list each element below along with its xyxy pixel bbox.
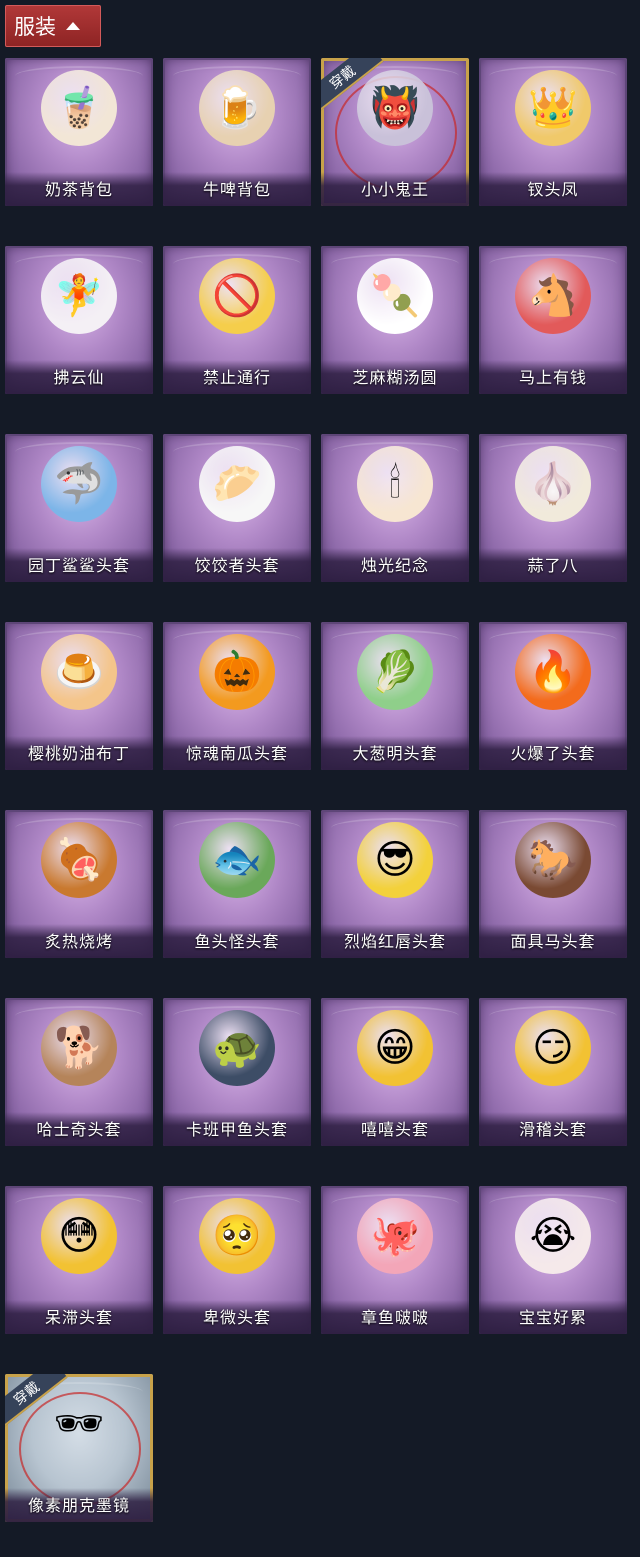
costume-card[interactable]: 🐴 马上有钱 xyxy=(479,246,627,394)
category-header[interactable]: 服装 xyxy=(5,5,101,47)
costume-name: 小小鬼王 xyxy=(360,180,429,199)
costume-card[interactable]: 🧄 蒜了八 xyxy=(479,434,627,582)
costume-name: 园丁鲨鲨头套 xyxy=(27,556,130,575)
costume-name: 火爆了头套 xyxy=(510,744,596,763)
category-title: 服装 xyxy=(14,15,56,39)
costume-card[interactable]: 🎃 惊魂南瓜头套 xyxy=(163,622,311,770)
costume-name: 炙热烧烤 xyxy=(44,932,113,951)
costume-card[interactable]: 🍖 炙热烧烤 xyxy=(5,810,153,958)
cow-beer-backpack-icon: 🍺 xyxy=(199,70,275,146)
costume-card[interactable]: 🧋 奶茶背包 xyxy=(5,58,153,206)
barbecue-icon: 🍖 xyxy=(41,822,117,898)
costume-name: 拂云仙 xyxy=(53,368,105,387)
costume-name: 蒜了八 xyxy=(527,556,579,575)
costume-name: 像素朋克墨镜 xyxy=(27,1496,130,1515)
candle-icon: 🕯 xyxy=(357,446,433,522)
pixel-sunglasses-icon: 🕶 xyxy=(53,1401,105,1447)
tired-baby-icon: 😭 xyxy=(515,1198,591,1274)
garlic-icon: 🧄 xyxy=(515,446,591,522)
costume-card[interactable]: 🦈 园丁鲨鲨头套 xyxy=(5,434,153,582)
costume-card[interactable]: 🍮 樱桃奶油布丁 xyxy=(5,622,153,770)
no-entry-icon: 🚫 xyxy=(199,258,275,334)
costume-card[interactable]: 🍺 牛啤背包 xyxy=(163,58,311,206)
costume-name: 滑稽头套 xyxy=(518,1120,587,1139)
scallion-head-icon: 🥬 xyxy=(357,634,433,710)
fish-head-icon: 🐟 xyxy=(199,822,275,898)
costume-card[interactable]: 🔥 火爆了头套 xyxy=(479,622,627,770)
humble-head-icon: 🥺 xyxy=(199,1198,275,1274)
bubble-tea-backpack-icon: 🧋 xyxy=(41,70,117,146)
phoenix-crown-icon: 👑 xyxy=(515,70,591,146)
costume-name: 面具马头套 xyxy=(510,932,596,951)
turtle-head-icon: 🐢 xyxy=(199,1010,275,1086)
rice-ball-icon: 🍡 xyxy=(357,258,433,334)
costume-name: 宝宝好累 xyxy=(518,1308,587,1327)
costume-card[interactable]: 😏 滑稽头套 xyxy=(479,998,627,1146)
costume-card[interactable]: 🐎 面具马头套 xyxy=(479,810,627,958)
costume-card[interactable]: 👹 小小鬼王 穿戴 xyxy=(321,58,469,206)
costume-card[interactable]: 🐢 卡班甲鱼头套 xyxy=(163,998,311,1146)
costume-name: 卑微头套 xyxy=(202,1308,271,1327)
pumpkin-head-icon: 🎃 xyxy=(199,634,275,710)
horse-mask-icon: 🐎 xyxy=(515,822,591,898)
costume-card[interactable]: 🕶 像素朋克墨镜 穿戴 xyxy=(5,1374,153,1522)
costume-name: 惊魂南瓜头套 xyxy=(185,744,288,763)
costume-name: 牛啤背包 xyxy=(202,180,271,199)
costume-name: 禁止通行 xyxy=(202,368,271,387)
pikachu-head-icon: 😎 xyxy=(357,822,433,898)
horse-icon: 🐴 xyxy=(515,258,591,334)
dazed-head-icon: 😳 xyxy=(41,1198,117,1274)
chevron-up-icon xyxy=(66,22,80,30)
husky-head-icon: 🐕 xyxy=(41,1010,117,1086)
costume-name: 烈焰红唇头套 xyxy=(343,932,446,951)
funny-face-head-icon: 😏 xyxy=(515,1010,591,1086)
costume-card[interactable]: 🕯 烛光纪念 xyxy=(321,434,469,582)
costume-card[interactable]: 🥺 卑微头套 xyxy=(163,1186,311,1334)
costume-name: 芝麻糊汤圆 xyxy=(352,368,438,387)
costume-card[interactable]: 😁 嘻嘻头套 xyxy=(321,998,469,1146)
costume-card[interactable]: 👑 钗头凤 xyxy=(479,58,627,206)
costume-card[interactable]: 🥬 大葱明头套 xyxy=(321,622,469,770)
costume-name: 哈士奇头套 xyxy=(36,1120,122,1139)
costume-name: 嘻嘻头套 xyxy=(360,1120,429,1139)
costume-name: 饺饺者头套 xyxy=(194,556,280,575)
costume-card[interactable]: 🥟 饺饺者头套 xyxy=(163,434,311,582)
costume-card[interactable]: 😭 宝宝好累 xyxy=(479,1186,627,1334)
costume-name: 奶茶背包 xyxy=(44,180,113,199)
costume-grid: 🧋 奶茶背包 🍺 牛啤背包 👹 小小鬼王 穿戴 👑 钗头凤 🧚 拂云仙 🚫 禁止通行 🍡 芝麻糊汤圆 🐴 马上有… xyxy=(5,58,627,1522)
costume-card[interactable]: 🐟 鱼头怪头套 xyxy=(163,810,311,958)
costume-card[interactable]: 🧚 拂云仙 xyxy=(5,246,153,394)
costume-name: 呆滞头套 xyxy=(44,1308,113,1327)
costume-name: 卡班甲鱼头套 xyxy=(185,1120,288,1139)
costume-name: 章鱼啵啵 xyxy=(360,1308,429,1327)
costume-name: 樱桃奶油布丁 xyxy=(27,744,130,763)
cloud-fairy-icon: 🧚 xyxy=(41,258,117,334)
costume-name: 马上有钱 xyxy=(518,368,587,387)
costume-card[interactable]: 🐕 哈士奇头套 xyxy=(5,998,153,1146)
shark-head-icon: 🦈 xyxy=(41,446,117,522)
ghost-king-icon: 👹 xyxy=(357,70,433,146)
costume-name: 鱼头怪头套 xyxy=(194,932,280,951)
costume-card[interactable]: 🍡 芝麻糊汤圆 xyxy=(321,246,469,394)
costume-card[interactable]: 😎 烈焰红唇头套 xyxy=(321,810,469,958)
fire-head-icon: 🔥 xyxy=(515,634,591,710)
grin-head-icon: 😁 xyxy=(357,1010,433,1086)
costume-name: 钗头凤 xyxy=(527,180,579,199)
costume-name: 烛光纪念 xyxy=(360,556,429,575)
dumpling-head-icon: 🥟 xyxy=(199,446,275,522)
pudding-icon: 🍮 xyxy=(41,634,117,710)
costume-card[interactable]: 😳 呆滞头套 xyxy=(5,1186,153,1334)
costume-card[interactable]: 🐙 章鱼啵啵 xyxy=(321,1186,469,1334)
octopus-icon: 🐙 xyxy=(357,1198,433,1274)
costume-card[interactable]: 🚫 禁止通行 xyxy=(163,246,311,394)
costume-name: 大葱明头套 xyxy=(352,744,438,763)
